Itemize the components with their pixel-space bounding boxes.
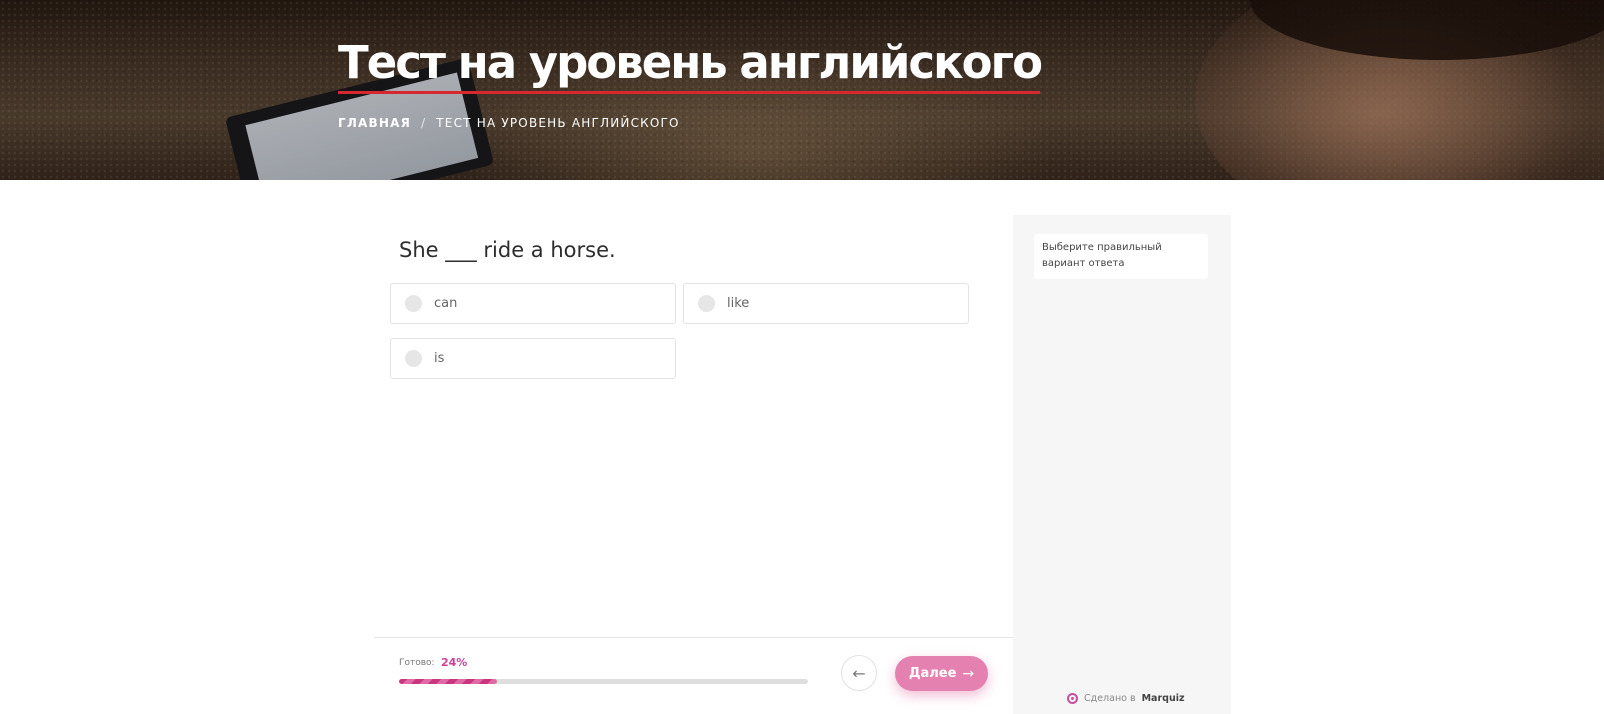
hero-overlay <box>0 0 1604 180</box>
answer-option-like[interactable]: like <box>683 283 969 324</box>
breadcrumb-separator: / <box>421 116 427 130</box>
progress-label: Готово: <box>399 658 435 668</box>
hero-banner: Тест на уровень английского ГЛАВНАЯ / ТЕ… <box>0 0 1604 180</box>
quiz-panel: She ___ ride a horse. can like is Готово… <box>374 215 1013 714</box>
answer-option-can[interactable]: can <box>390 283 676 324</box>
radio-circle-icon[interactable] <box>405 295 422 312</box>
branding-name: Marquiz <box>1141 693 1185 704</box>
hint-box: Выберите правильный вариант ответа <box>1034 234 1208 279</box>
quiz-sidebar: Выберите правильный вариант ответа Сдела… <box>1013 215 1231 714</box>
progress-bar <box>399 679 808 684</box>
branding-prefix: Сделано в <box>1084 693 1136 704</box>
answer-option-is[interactable]: is <box>390 338 676 379</box>
made-with-marquiz-link[interactable]: Сделано в Marquiz <box>1067 693 1185 704</box>
radio-circle-icon[interactable] <box>405 350 422 367</box>
answer-option-label: can <box>434 296 458 311</box>
breadcrumb: ГЛАВНАЯ / ТЕСТ НА УРОВЕНЬ АНГЛИЙСКОГО <box>338 116 680 130</box>
next-button-label: Далее <box>908 666 957 681</box>
progress-value: 24% <box>441 656 468 669</box>
breadcrumb-current: ТЕСТ НА УРОВЕНЬ АНГЛИЙСКОГО <box>436 116 680 130</box>
footer-divider <box>374 637 1013 638</box>
back-button[interactable]: ← <box>841 655 877 691</box>
question-text: She ___ ride a horse. <box>399 238 616 262</box>
page-title: Тест на уровень английского <box>338 36 1043 89</box>
marquiz-logo-icon <box>1067 693 1078 704</box>
arrow-left-icon: ← <box>852 663 866 683</box>
arrow-right-icon: → <box>962 665 975 682</box>
radio-circle-icon[interactable] <box>698 295 715 312</box>
title-underline <box>338 91 1040 94</box>
next-button[interactable]: Далее → <box>895 656 988 691</box>
answer-option-label: is <box>434 351 445 366</box>
progress-bar-fill <box>399 679 498 684</box>
answer-option-label: like <box>727 296 750 311</box>
breadcrumb-home-link[interactable]: ГЛАВНАЯ <box>338 116 411 130</box>
